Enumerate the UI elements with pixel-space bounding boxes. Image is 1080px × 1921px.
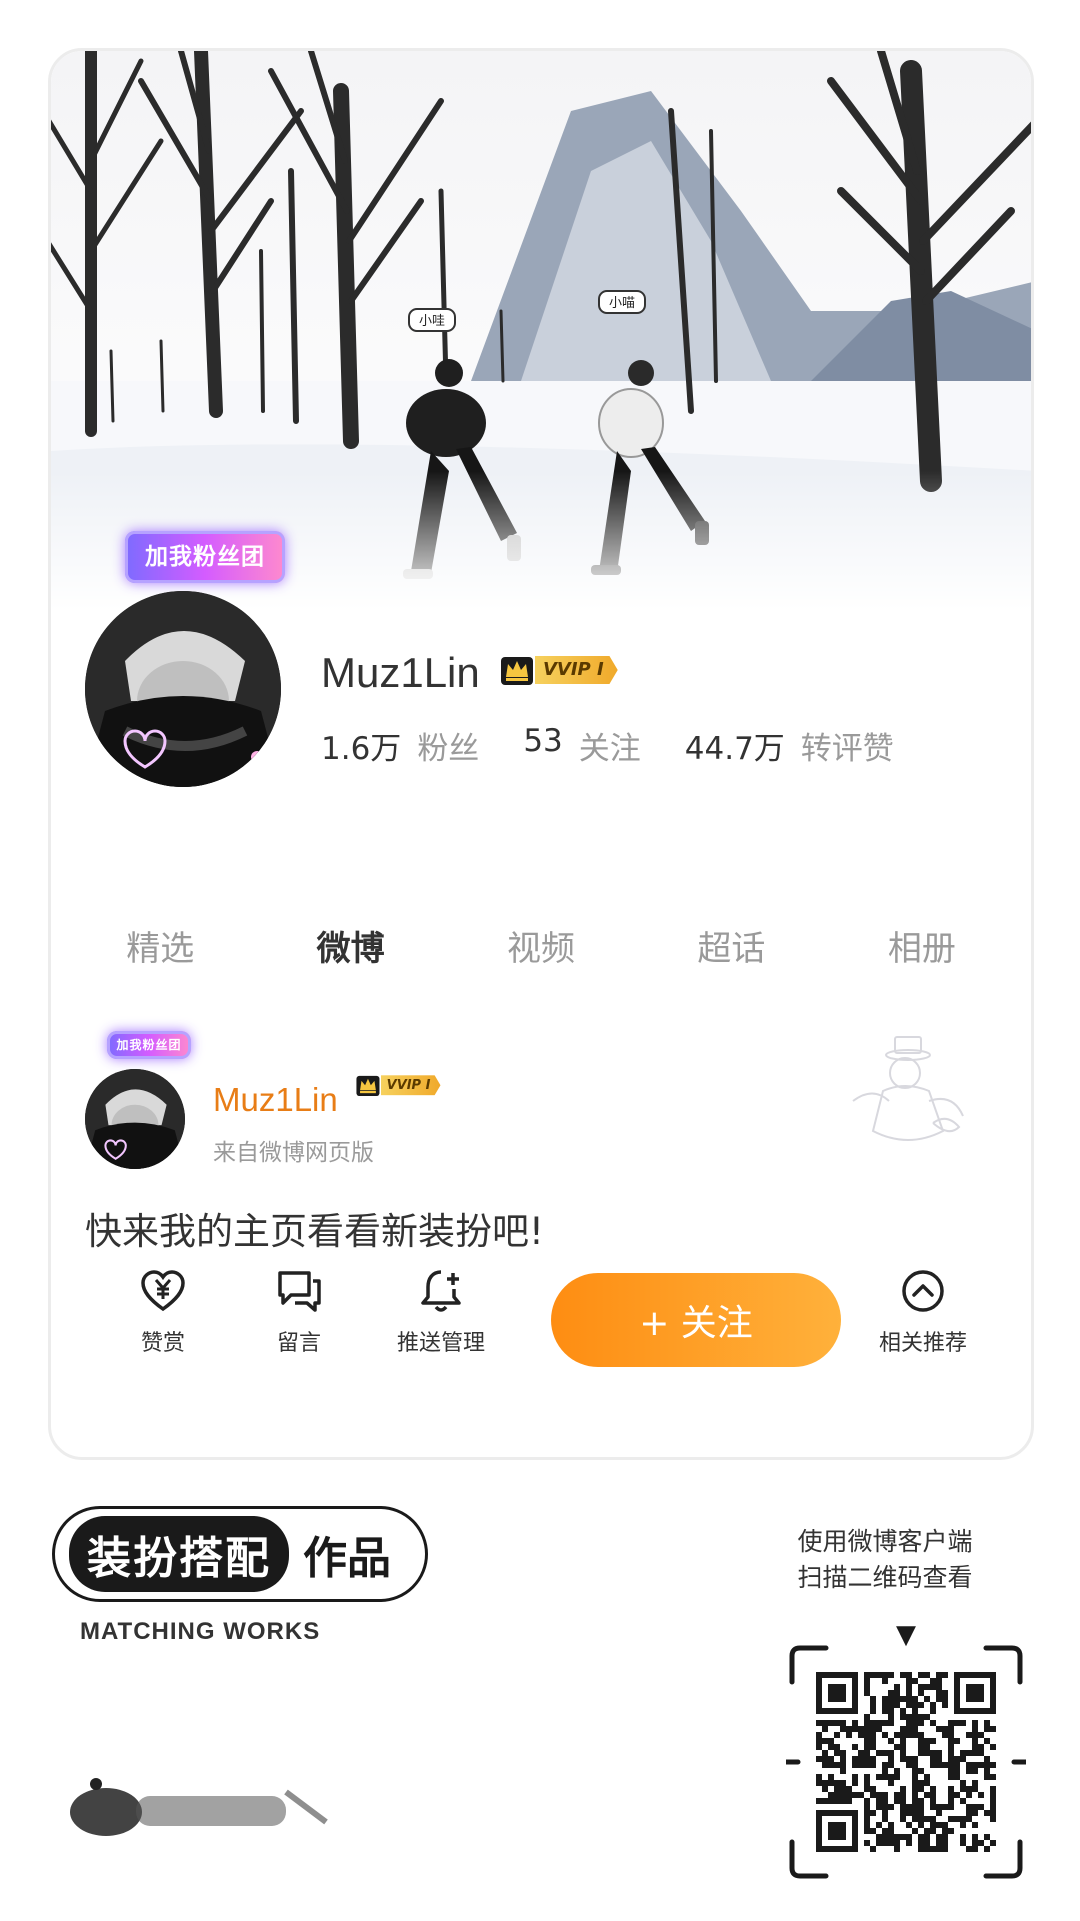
vvip-badge[interactable]: VVIP I [499,653,618,687]
post-vvip-badge[interactable]: VVIP I [355,1073,441,1097]
stat-interactions-label: 转评赞 [800,731,894,767]
stat-fans-count: 1.6万 [321,731,402,767]
related-recommendations-label: 相关推荐 [878,1331,967,1356]
avatar[interactable] [85,591,281,787]
stat-following[interactable]: 53 关注 [523,723,640,768]
qr-code[interactable] [786,1642,1026,1882]
logo-main-text: 装扮搭配 [69,1516,289,1592]
post-text: 快来我的主页看看新装扮吧! [85,1210,544,1253]
tip-label: 赞赏 [140,1331,185,1356]
post-source: 来自微博网页版 [213,1140,374,1166]
vvip-label: VVIP I [535,656,618,684]
post-author-name[interactable]: Muz1Lin [213,1081,338,1119]
tip-button[interactable]: 赞赏 [93,1267,233,1357]
tab-weibo[interactable]: 微博 [255,921,445,970]
post-avatar[interactable] [85,1069,185,1169]
fan-club-badge[interactable]: 加我粉丝团 [125,531,285,583]
scan-line-1: 使用微博客户端 [797,1527,973,1556]
tip-heart-yen-icon [141,1270,185,1312]
push-settings-button[interactable]: 推送管理 [371,1267,511,1357]
logo-works-text: 作品 [303,1533,391,1584]
tab-super-topics[interactable]: 超话 [636,921,826,970]
message-button[interactable]: 留言 [229,1267,369,1357]
logo-subtitle: MATCHING WORKS [80,1618,321,1645]
chevron-up-circle-icon [902,1270,944,1312]
stat-interactions[interactable]: 44.7万 转评赞 [685,723,894,768]
post-vvip-label: VVIP I [380,1075,441,1096]
post-fan-club-badge[interactable]: 加我粉丝团 [107,1031,191,1059]
post-action-bar: 赞赏 留言 推送管理 相关推荐 [51,1259,1031,1369]
related-recommendations-button[interactable]: 相关推荐 [853,1267,993,1357]
blurred-signature [70,1778,328,1836]
message-label: 留言 [276,1331,321,1356]
decorative-character-sticker [852,1036,964,1141]
profile-card: 小哇 小喵 加我粉丝团 Muz1Lin VVIP I 1.6万 粉丝 [48,48,1034,1460]
scan-instructions: 使用微博客户端 扫描二维码查看 [760,1524,1010,1596]
comment-bubble-icon [278,1271,321,1312]
tab-videos[interactable]: 视频 [446,921,636,970]
stat-following-label: 关注 [578,731,641,767]
stat-fans-label: 粉丝 [417,731,480,767]
stat-interactions-count: 44.7万 [684,731,785,767]
push-settings-label: 推送管理 [396,1331,485,1356]
matching-works-logo: 装扮搭配 作品 [52,1506,428,1602]
profile-banner-image: 小哇 小喵 [51,51,1031,611]
stat-following-count: 53 [523,723,563,759]
profile-tabs: 精选 微博 视频 超话 相册 [51,921,1031,970]
crown-icon [501,657,533,685]
bell-plus-icon [421,1270,461,1312]
follow-button[interactable]: + 关注 [551,1273,841,1367]
profile-username[interactable]: Muz1Lin [321,649,480,697]
tab-albums[interactable]: 相册 [827,921,1017,970]
scan-line-2: 扫描二维码查看 [797,1563,973,1592]
stat-fans[interactable]: 1.6万 粉丝 [321,723,479,768]
profile-stats: 1.6万 粉丝 53 关注 44.7万 转评赞 [321,723,894,768]
tab-featured[interactable]: 精选 [65,921,255,970]
crown-icon [356,1075,380,1097]
